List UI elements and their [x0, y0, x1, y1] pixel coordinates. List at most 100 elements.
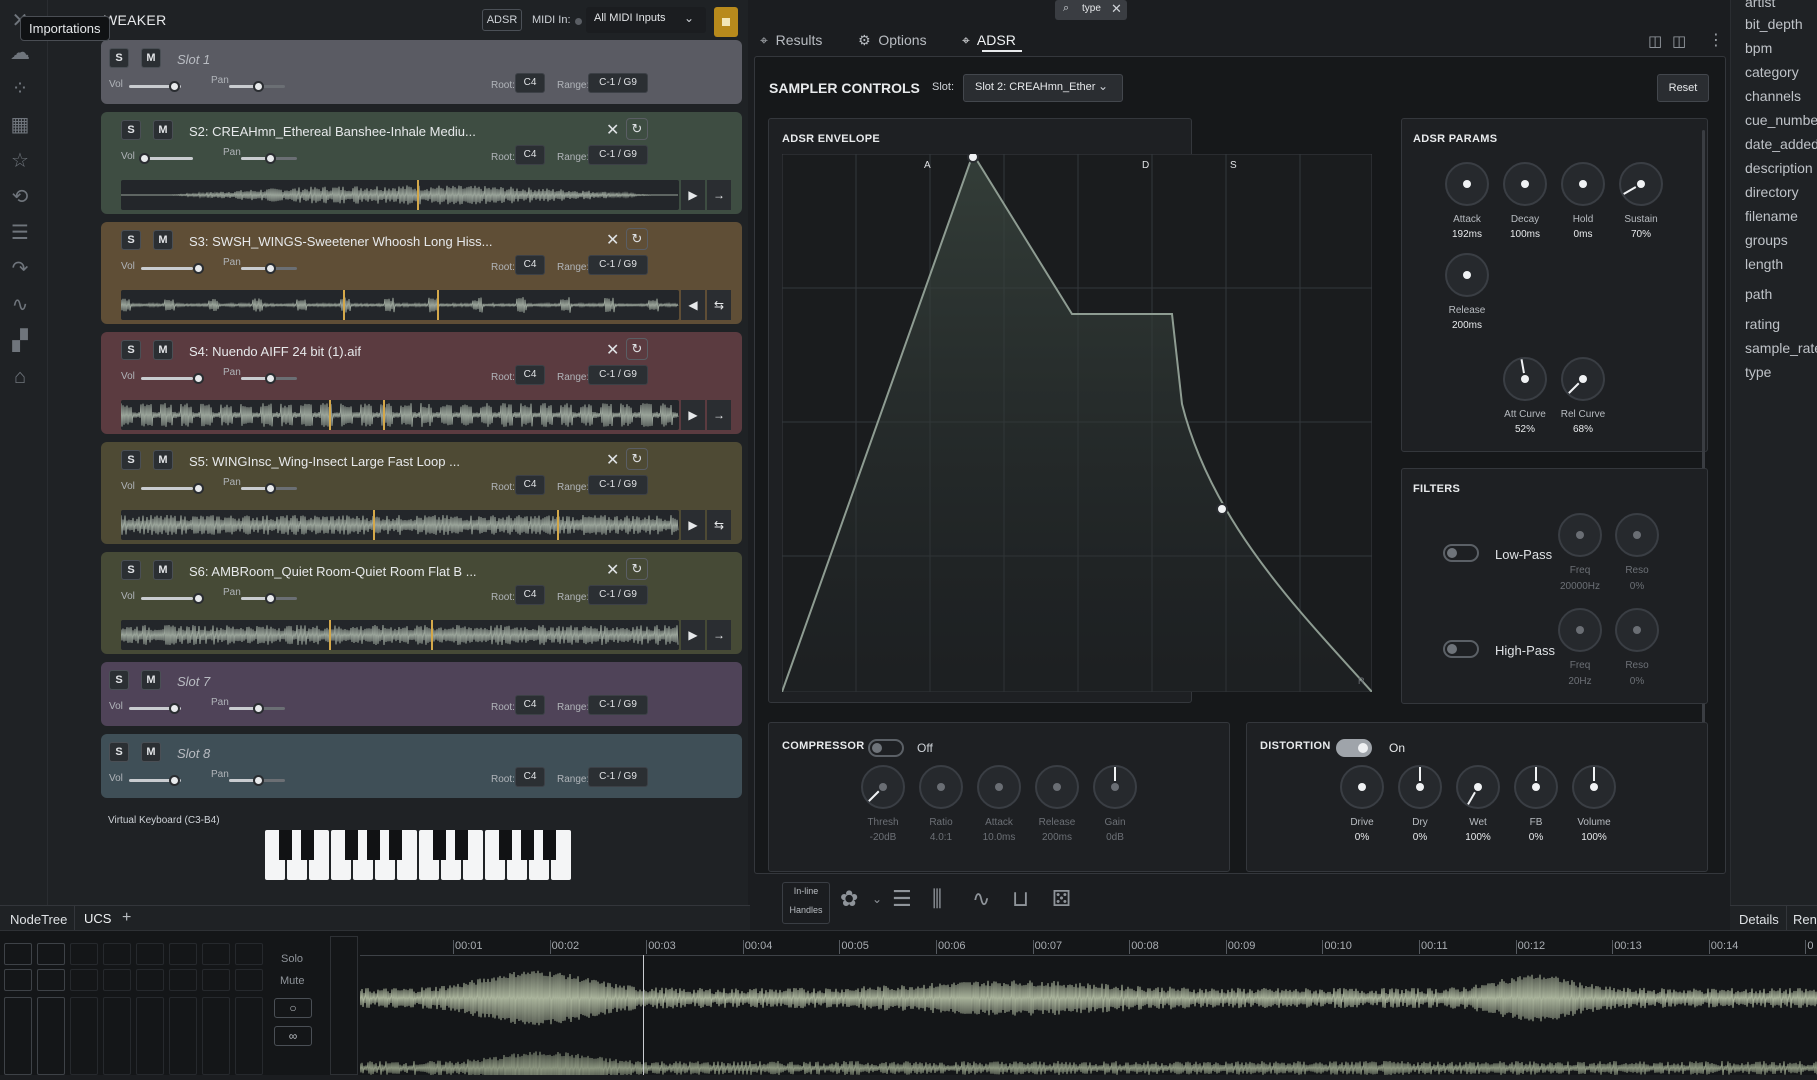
remove-slot-icon[interactable]: ✕	[606, 230, 619, 250]
hold-knob[interactable]	[1561, 162, 1605, 206]
solo-button[interactable]: S	[121, 340, 141, 360]
add-tab-icon[interactable]: +	[122, 909, 131, 927]
lowpass-reso-knob[interactable]	[1615, 513, 1659, 557]
mute-button[interactable]: M	[141, 48, 161, 68]
slider-handle[interactable]	[193, 483, 204, 494]
mixer-cell[interactable]	[37, 969, 65, 991]
pan-slider[interactable]	[241, 593, 297, 604]
tab-adsr[interactable]: ⌖ ADSR	[962, 32, 1016, 49]
slot-waveform[interactable]	[121, 290, 679, 320]
compressor-gain-knob[interactable]	[1093, 765, 1137, 809]
range-value[interactable]: C-1 / G9	[588, 767, 648, 787]
attribute-item[interactable]: bit_depth	[1745, 16, 1803, 32]
mute-button[interactable]: M	[153, 120, 173, 140]
blocks-icon[interactable]: ▞	[7, 328, 33, 354]
black-key[interactable]	[279, 830, 292, 860]
channel-strip[interactable]	[202, 997, 230, 1075]
keyboard-keys[interactable]	[265, 830, 573, 880]
root-value[interactable]: C4	[515, 145, 545, 165]
root-value[interactable]: C4	[515, 255, 545, 275]
waveform-icon[interactable]: ∿	[7, 292, 33, 318]
black-key[interactable]	[389, 830, 402, 860]
black-key[interactable]	[499, 830, 512, 860]
decay-knob[interactable]	[1503, 162, 1547, 206]
slider-handle[interactable]	[193, 593, 204, 604]
channel-strip[interactable]	[169, 997, 197, 1075]
range-value[interactable]: C-1 / G9	[588, 585, 648, 605]
solo-button[interactable]: S	[109, 48, 129, 68]
mixer-cell[interactable]	[103, 943, 131, 965]
slider-handle[interactable]	[139, 153, 150, 164]
attribute-item[interactable]: artist	[1745, 0, 1775, 10]
dice-icon[interactable]: ⚄	[1052, 886, 1071, 912]
highpass-reso-knob[interactable]	[1615, 608, 1659, 652]
mute-button[interactable]: M	[153, 340, 173, 360]
close-icon[interactable]: ✕	[1111, 1, 1122, 17]
mixer-cell[interactable]	[4, 943, 32, 965]
vol-slider[interactable]	[129, 775, 181, 786]
root-value[interactable]: C4	[515, 475, 545, 495]
slot-waveform-svg[interactable]	[121, 510, 679, 540]
vol-slider[interactable]	[141, 263, 204, 274]
reload-icon[interactable]: ↻	[626, 118, 648, 140]
loop-toggle-icon[interactable]: ⇆	[707, 510, 731, 540]
tab-details[interactable]: Details	[1739, 912, 1779, 927]
timeline-waveform[interactable]	[359, 950, 1817, 1080]
slot-waveform-svg[interactable]	[121, 400, 679, 430]
mute-button[interactable]: M	[141, 670, 161, 690]
slider-handle[interactable]	[265, 263, 276, 274]
tab-nodetree[interactable]: NodeTree	[10, 912, 67, 927]
black-key[interactable]	[301, 830, 314, 860]
basket-icon[interactable]: ⊔	[1012, 886, 1029, 912]
mixer-cell[interactable]	[37, 943, 65, 965]
pan-slider[interactable]	[241, 483, 297, 494]
mixer-cell[interactable]	[103, 969, 131, 991]
attribute-item[interactable]: category	[1745, 64, 1799, 80]
dots-grid-icon[interactable]: ⁘	[7, 76, 33, 102]
pan-slider[interactable]	[229, 775, 285, 786]
play-button[interactable]: ▶	[681, 180, 705, 210]
playhead[interactable]	[643, 955, 644, 1075]
sustain-knob[interactable]	[1619, 162, 1663, 206]
root-value[interactable]: C4	[515, 73, 545, 93]
solo-button[interactable]: S	[109, 742, 129, 762]
remove-slot-icon[interactable]: ✕	[606, 120, 619, 140]
region-marker[interactable]	[329, 400, 331, 430]
next-icon[interactable]: →	[707, 620, 731, 650]
attribute-item[interactable]: length	[1745, 256, 1783, 272]
reload-icon[interactable]: ↻	[626, 338, 648, 360]
tab-results[interactable]: ⌖ Results	[760, 32, 822, 49]
history-icon[interactable]: ⟲	[7, 184, 33, 210]
mute-button[interactable]: M	[153, 450, 173, 470]
reload-icon[interactable]: ↻	[626, 228, 648, 250]
attribute-item[interactable]: rating	[1745, 316, 1780, 332]
region-marker[interactable]	[557, 510, 559, 540]
search-chip[interactable]: ⌕ type ✕	[1055, 0, 1127, 20]
black-key[interactable]	[345, 830, 358, 860]
mixer-cell[interactable]	[70, 943, 98, 965]
play-button[interactable]: ▶	[681, 510, 705, 540]
attribute-item[interactable]: groups	[1745, 232, 1788, 248]
remove-slot-icon[interactable]: ✕	[606, 560, 619, 580]
region-marker[interactable]	[329, 620, 331, 650]
waveform-icon[interactable]: ⫼	[932, 886, 942, 912]
range-value[interactable]: C-1 / G9	[588, 255, 648, 275]
camera-alt-icon[interactable]: ◫	[1672, 32, 1686, 50]
compressor-thresh-knob[interactable]	[861, 765, 905, 809]
black-key[interactable]	[367, 830, 380, 860]
solo-button[interactable]: S	[121, 560, 141, 580]
play-button[interactable]: ◀	[681, 290, 705, 320]
camera-icon[interactable]: ◫	[1648, 32, 1662, 50]
compressor-release-knob[interactable]	[1035, 765, 1079, 809]
envelope-graph[interactable]: A D S R	[781, 151, 1373, 693]
reload-icon[interactable]: ↻	[626, 558, 648, 580]
distortion-dry-knob[interactable]	[1398, 765, 1442, 809]
attribute-item[interactable]: path	[1745, 286, 1772, 302]
slider-handle[interactable]	[265, 483, 276, 494]
channel-strip[interactable]	[103, 997, 131, 1075]
region-marker[interactable]	[437, 290, 439, 320]
grid-icon[interactable]: ▦	[7, 112, 33, 138]
playlist-add-icon[interactable]: ☰	[892, 886, 912, 912]
slot-waveform-svg[interactable]	[121, 180, 679, 210]
slider-handle[interactable]	[265, 373, 276, 384]
